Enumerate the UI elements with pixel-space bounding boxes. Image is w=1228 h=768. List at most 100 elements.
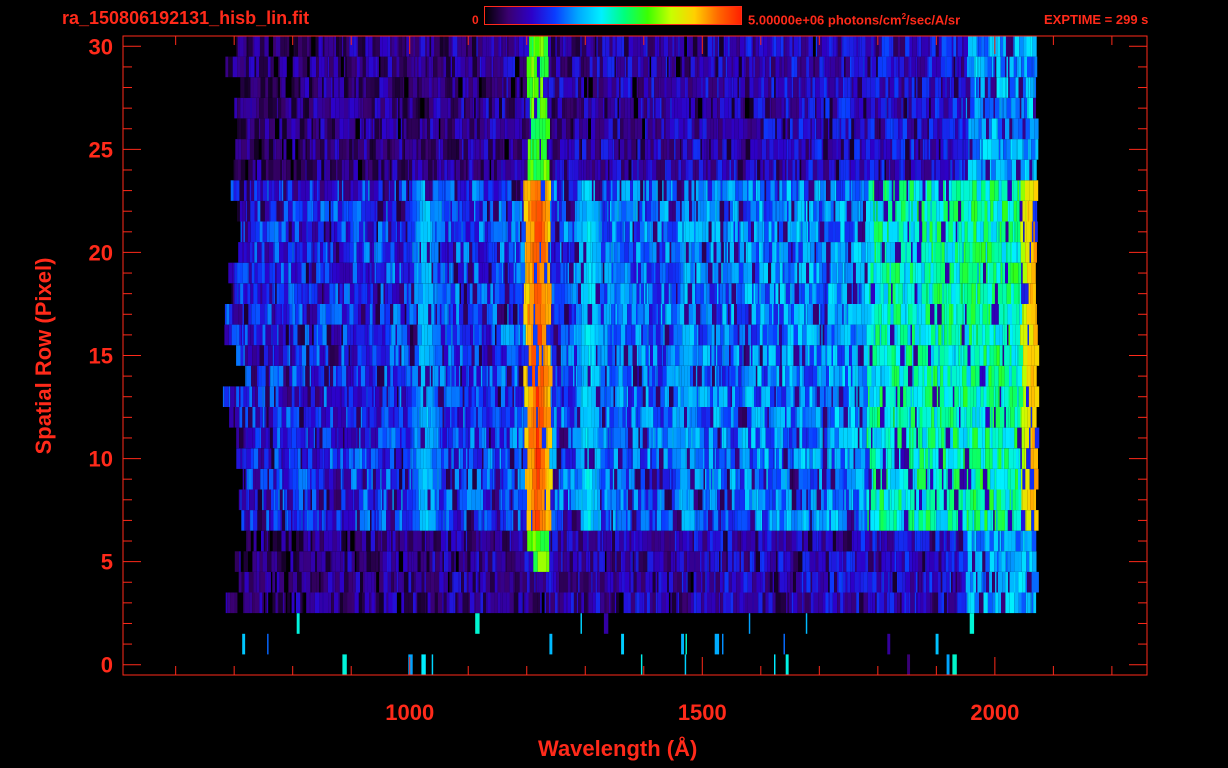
heatmap-cell	[401, 592, 405, 614]
heatmap-cell	[1021, 283, 1025, 304]
heatmap-cell	[537, 407, 540, 428]
heatmap-cell	[375, 386, 380, 407]
heatmap-cell	[1030, 365, 1034, 387]
heatmap-cell	[672, 510, 678, 531]
heatmap-cell	[328, 592, 332, 614]
heatmap-cell	[787, 592, 789, 614]
heatmap-cell	[366, 407, 369, 428]
heatmap-cell	[757, 407, 761, 428]
heatmap-cell	[719, 283, 723, 304]
heatmap-cell	[246, 427, 248, 449]
heatmap-cell	[948, 345, 953, 366]
heatmap-cell	[742, 324, 746, 346]
heatmap-cell	[932, 530, 936, 552]
heatmap-cell	[954, 386, 959, 407]
heatmap-cell	[514, 530, 519, 552]
heatmap-cell	[527, 365, 533, 387]
heatmap-cell	[847, 386, 850, 407]
heatmap-cell	[881, 304, 884, 325]
heatmap-cell	[588, 571, 592, 593]
heatmap-cell	[727, 386, 731, 407]
heatmap-cell	[250, 448, 254, 469]
heatmap-cell	[986, 262, 988, 284]
heatmap-cell	[410, 324, 414, 346]
heatmap-cell	[503, 427, 507, 449]
heatmap-cell	[808, 510, 811, 531]
heatmap-cell	[316, 489, 320, 511]
heatmap-cell	[930, 489, 936, 511]
heatmap-cell	[332, 448, 338, 469]
heatmap-cell	[956, 365, 960, 387]
heatmap-cell	[809, 283, 813, 304]
heatmap-cell	[671, 365, 673, 387]
heatmap-cell	[383, 571, 388, 593]
heatmap-cell	[509, 324, 515, 346]
heatmap-cell	[389, 345, 395, 366]
heatmap-cell	[381, 468, 387, 490]
heatmap-cell	[844, 448, 848, 469]
heatmap-cell	[511, 510, 514, 531]
heatmap-cell	[989, 407, 992, 428]
heatmap-cell	[432, 551, 436, 572]
heatmap-cell	[847, 283, 852, 304]
heatmap-cell	[773, 365, 777, 387]
heatmap-cell	[951, 324, 956, 346]
heatmap-cell	[551, 510, 556, 531]
heatmap-cell	[587, 427, 589, 449]
heatmap-cell	[459, 345, 463, 366]
heatmap-cell	[955, 242, 958, 263]
heatmap-cell	[966, 407, 971, 428]
heatmap-cell	[698, 386, 700, 407]
heatmap-cell	[691, 407, 696, 428]
heatmap-cell	[367, 468, 369, 490]
heatmap-cell	[908, 468, 913, 490]
heatmap-cell	[526, 510, 531, 531]
heatmap-cell	[833, 427, 835, 449]
heatmap-cell	[246, 489, 248, 511]
heatmap-cell	[452, 448, 455, 469]
heatmap-cell	[470, 551, 475, 572]
heatmap-cell	[378, 510, 382, 531]
heatmap-cell	[1034, 571, 1039, 593]
heatmap-cell	[677, 592, 680, 614]
heatmap-cell	[588, 386, 592, 407]
heatmap-cell	[616, 427, 621, 449]
heatmap-cell	[442, 551, 445, 572]
heatmap-cell	[655, 304, 657, 325]
heatmap-cell	[541, 427, 547, 449]
heatmap-cell	[821, 345, 826, 366]
heatmap-cell	[572, 571, 577, 593]
heatmap-cell	[568, 242, 571, 263]
heatmap-cell	[998, 448, 1002, 469]
heatmap-cell	[894, 448, 899, 469]
heatmap-cell	[1024, 283, 1029, 304]
heatmap-cell	[323, 510, 325, 531]
heatmap-cell	[1008, 448, 1014, 469]
heatmap-cell	[518, 365, 524, 387]
heatmap-cell	[481, 427, 485, 449]
heatmap-cell	[410, 468, 413, 490]
heatmap-cell	[310, 571, 312, 593]
heatmap-cell	[377, 283, 381, 304]
heatmap-cell	[816, 530, 819, 552]
heatmap-cell	[648, 510, 650, 531]
heatmap-cell	[541, 283, 546, 304]
heatmap-cell	[462, 468, 464, 490]
heatmap-cell	[639, 427, 643, 449]
heatmap-cell	[959, 365, 963, 387]
heatmap-cell	[791, 489, 797, 511]
heatmap-cell	[760, 407, 764, 428]
heatmap-cell	[733, 427, 737, 449]
heatmap-cell	[772, 489, 776, 511]
heatmap-cell	[583, 365, 587, 387]
heatmap-cell	[894, 551, 897, 572]
heatmap-cell	[450, 304, 454, 325]
heatmap-cell	[515, 283, 520, 304]
heatmap-cell	[245, 407, 249, 428]
heatmap-cell	[825, 530, 829, 552]
heatmap-cell	[524, 242, 527, 263]
heatmap-cell	[416, 242, 419, 263]
heatmap-cell	[677, 571, 682, 593]
heatmap-cell	[873, 386, 877, 407]
heatmap-cell	[805, 551, 810, 572]
